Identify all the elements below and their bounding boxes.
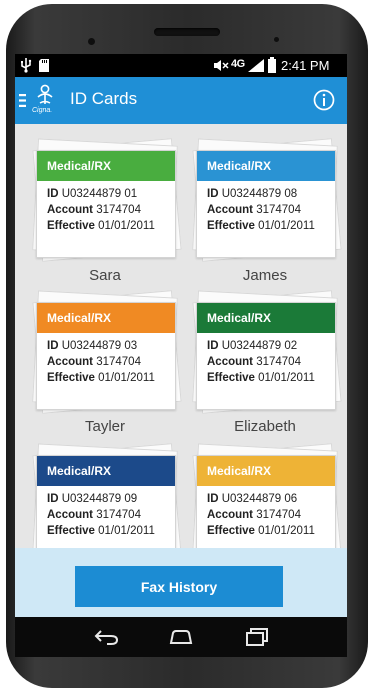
effective-date: 01/01/2011: [258, 220, 315, 232]
fax-history-button[interactable]: Fax History: [75, 566, 283, 607]
account-label: Account: [207, 356, 253, 368]
app-screen: 4G 2:41 PM Cigna. ID Cards Medical/RX ID…: [15, 54, 347, 617]
id-card-sara[interactable]: Medical/RX ID U03244879 01 Account 31747…: [32, 138, 182, 262]
card-plan-band: Medical/RX: [197, 303, 335, 333]
id-card-face: Medical/RX ID U03244879 01 Account 31747…: [36, 150, 176, 258]
account-number: 3174704: [96, 509, 141, 521]
menu-icon[interactable]: [19, 94, 26, 107]
signal-icon: [248, 59, 264, 72]
id-card-face: Medical/RX ID U03244879 08 Account 31747…: [196, 150, 336, 258]
page-title: ID Cards: [70, 89, 138, 108]
mute-icon: [214, 60, 229, 71]
back-button[interactable]: [75, 617, 135, 657]
member-name: Elizabeth: [234, 418, 296, 435]
network-type: 4G: [231, 58, 245, 70]
card-plan-band: Medical/RX: [37, 456, 175, 486]
id-label: ID: [207, 493, 219, 505]
front-camera: [88, 38, 95, 45]
member-id: U03244879 02: [221, 340, 298, 352]
card-plan-band: Medical/RX: [197, 456, 335, 486]
card-details: ID U03244879 03 Account 3174704 Effectiv…: [37, 333, 175, 386]
member-id: U03244879 01: [61, 188, 138, 200]
card-details: ID U03244879 06 Account 3174704 Effectiv…: [197, 486, 335, 539]
id-card-5[interactable]: Medical/RX ID U03244879 09 Account 31747…: [32, 443, 182, 548]
id-card-face: Medical/RX ID U03244879 09 Account 31747…: [36, 455, 176, 548]
member-name: James: [242, 267, 288, 284]
account-number: 3174704: [96, 356, 141, 368]
account-number: 3174704: [256, 509, 301, 521]
effective-label: Effective: [207, 372, 255, 384]
home-button[interactable]: [151, 617, 211, 657]
effective-label: Effective: [207, 525, 255, 537]
proximity-sensor: [274, 37, 279, 42]
id-card-6[interactable]: Medical/RX ID U03244879 06 Account 31747…: [192, 443, 342, 548]
footer-panel: Fax History: [15, 548, 347, 617]
status-time: 2:41 PM: [281, 58, 330, 73]
navigation-bar: [15, 617, 347, 657]
id-label: ID: [207, 340, 219, 352]
member-name: Sara: [89, 267, 121, 284]
battery-icon: [268, 57, 276, 73]
member-id: U03244879 09: [61, 493, 138, 505]
account-label: Account: [47, 356, 93, 368]
member-name: Tayler: [84, 418, 125, 435]
app-bar: Cigna. ID Cards: [15, 77, 347, 124]
member-id: U03244879 06: [221, 493, 298, 505]
effective-label: Effective: [47, 372, 95, 384]
sd-card-icon: [39, 59, 49, 72]
account-number: 3174704: [96, 204, 141, 216]
effective-label: Effective: [207, 220, 255, 232]
id-card-face: Medical/RX ID U03244879 03 Account 31747…: [36, 302, 176, 410]
usb-icon: [21, 58, 32, 73]
cigna-logo-icon: [37, 84, 53, 104]
id-label: ID: [47, 188, 59, 200]
info-icon[interactable]: [313, 89, 335, 111]
status-bar: 4G 2:41 PM: [15, 54, 347, 77]
id-card-face: Medical/RX ID U03244879 06 Account 31747…: [196, 455, 336, 548]
card-details: ID U03244879 01 Account 3174704 Effectiv…: [37, 181, 175, 234]
id-card-tayler[interactable]: Medical/RX ID U03244879 03 Account 31747…: [32, 290, 182, 414]
card-plan-band: Medical/RX: [197, 151, 335, 181]
effective-label: Effective: [47, 220, 95, 232]
id-card-elizabeth[interactable]: Medical/RX ID U03244879 02 Account 31747…: [192, 290, 342, 414]
effective-date: 01/01/2011: [98, 220, 155, 232]
account-number: 3174704: [256, 204, 301, 216]
effective-date: 01/01/2011: [258, 372, 315, 384]
id-label: ID: [47, 340, 59, 352]
effective-date: 01/01/2011: [98, 525, 155, 537]
account-label: Account: [47, 204, 93, 216]
home-icon: [169, 630, 193, 644]
back-icon: [94, 630, 119, 645]
id-card-face: Medical/RX ID U03244879 02 Account 31747…: [196, 302, 336, 410]
id-label: ID: [47, 493, 59, 505]
id-label: ID: [207, 188, 219, 200]
member-id: U03244879 08: [221, 188, 298, 200]
earpiece-speaker: [154, 28, 220, 36]
card-details: ID U03244879 09 Account 3174704 Effectiv…: [37, 486, 175, 539]
cigna-logo-text: Cigna.: [32, 107, 53, 114]
recents-icon: [246, 628, 268, 646]
id-card-list: Medical/RX ID U03244879 01 Account 31747…: [15, 124, 347, 548]
effective-date: 01/01/2011: [98, 372, 155, 384]
card-plan-band: Medical/RX: [37, 303, 175, 333]
account-number: 3174704: [256, 356, 301, 368]
member-id: U03244879 03: [61, 340, 138, 352]
recents-button[interactable]: [227, 617, 287, 657]
card-details: ID U03244879 02 Account 3174704 Effectiv…: [197, 333, 335, 386]
account-label: Account: [47, 509, 93, 521]
id-card-james[interactable]: Medical/RX ID U03244879 08 Account 31747…: [192, 138, 342, 262]
account-label: Account: [207, 509, 253, 521]
account-label: Account: [207, 204, 253, 216]
card-plan-band: Medical/RX: [37, 151, 175, 181]
card-details: ID U03244879 08 Account 3174704 Effectiv…: [197, 181, 335, 234]
effective-date: 01/01/2011: [258, 525, 315, 537]
effective-label: Effective: [47, 525, 95, 537]
